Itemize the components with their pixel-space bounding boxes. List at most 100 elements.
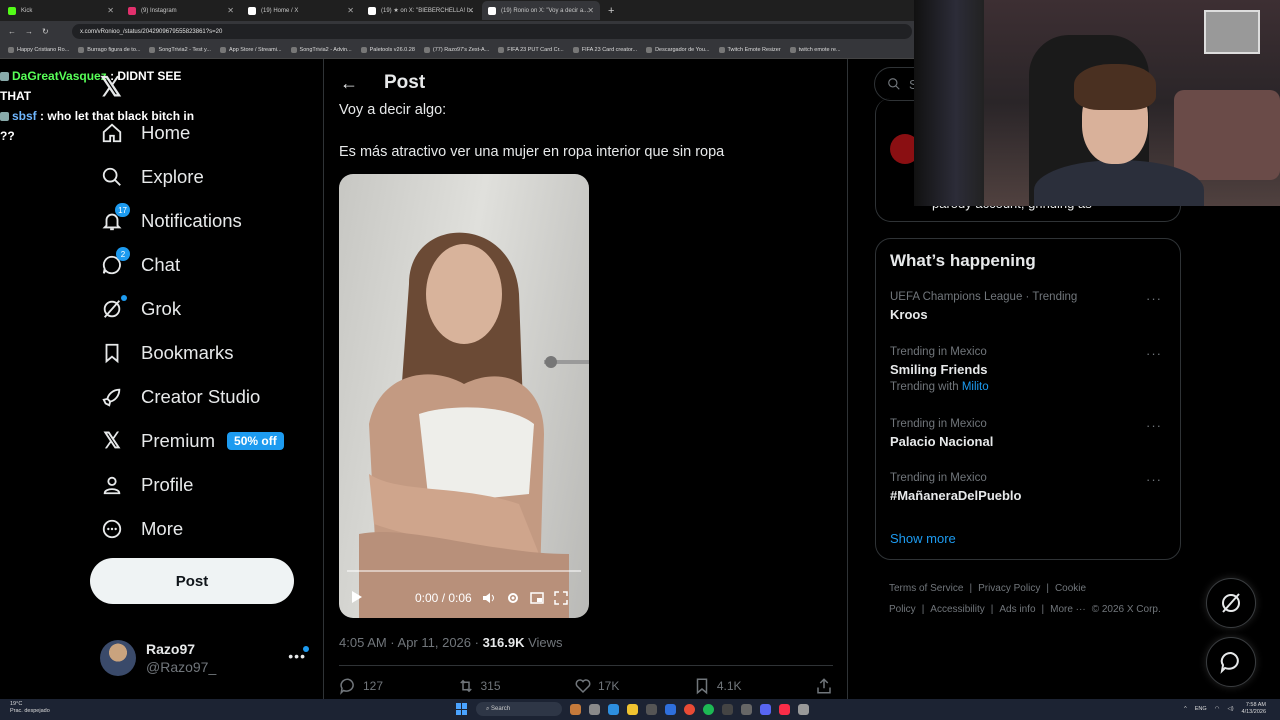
bookmark-item[interactable]: Happy Cristiano Ro... — [8, 47, 69, 53]
tab-close-icon[interactable]: ✕ — [347, 6, 354, 15]
sidebar-item-chat[interactable]: 2 Chat — [100, 247, 180, 282]
footer-link[interactable]: More ··· — [1050, 604, 1086, 615]
more-dots-icon[interactable]: ··· — [1146, 346, 1162, 361]
instagram-favicon-icon — [128, 6, 136, 15]
tab-close-icon[interactable]: ✕ — [107, 6, 114, 15]
video-player[interactable]: 0:00 / 0:06 — [339, 174, 589, 618]
footer-link[interactable]: Accessibility — [930, 604, 984, 615]
bookmark-item[interactable]: (77) Razo97's Zest-A... — [423, 47, 489, 53]
bookmark-item[interactable]: twitch emote re... — [789, 47, 841, 53]
tweet-text-line: Es más atractivo ver una mujer en ropa i… — [339, 144, 725, 160]
sidebar-item-explore[interactable]: Explore — [100, 160, 204, 194]
settings-gear-icon[interactable] — [506, 591, 520, 605]
account-handle: @Razo97_ — [146, 659, 217, 675]
bookmark-item[interactable]: FIFA 23 Card creator... — [572, 47, 637, 53]
sidebar-item-profile[interactable]: Profile — [100, 468, 193, 502]
back-arrow-icon[interactable]: ← — [8, 27, 16, 36]
sidebar-item-bookmarks[interactable]: Bookmarks — [100, 336, 234, 370]
share-button[interactable] — [815, 677, 833, 695]
steam-icon[interactable] — [722, 703, 733, 715]
new-tab-icon[interactable]: + — [608, 5, 614, 17]
sidebar-item-home[interactable]: Home — [100, 116, 190, 150]
volume-icon[interactable] — [482, 591, 496, 605]
forward-arrow-icon[interactable]: → — [25, 27, 33, 36]
app-icon[interactable] — [570, 703, 581, 715]
tab-close-icon[interactable]: ✕ — [467, 6, 474, 15]
trend-item[interactable]: Trending in Mexico Palacio Nacional ··· — [890, 418, 1170, 449]
account-switcher[interactable]: Razo97 @Razo97_ ••• — [100, 638, 310, 678]
bookmark-item[interactable]: Paletools v26.0.28 — [360, 47, 415, 53]
spotify-icon[interactable] — [703, 703, 714, 715]
app-icon[interactable] — [665, 703, 676, 715]
store-icon[interactable] — [646, 703, 657, 715]
sidebar-item-notifications[interactable]: 17 Notifications — [100, 203, 242, 238]
bookmark-item[interactable]: SongTrivia2 - Advin... — [290, 47, 352, 53]
play-icon[interactable] — [351, 590, 363, 607]
app-icon[interactable] — [741, 703, 752, 715]
sidebar-item-more[interactable]: More — [100, 512, 183, 546]
tab-close-icon[interactable]: ✕ — [227, 6, 234, 15]
task-view-icon[interactable] — [589, 703, 600, 715]
trend-item[interactable]: Trending in Mexico Smiling Friends Trend… — [890, 346, 1170, 393]
bookmark-item[interactable]: Burrago figura de to... — [78, 47, 140, 53]
trends-title: What’s happening — [890, 251, 1036, 270]
footer-link[interactable]: © 2026 X Corp. — [1092, 604, 1161, 615]
url-field[interactable]: x.com/vRonioo_/status/204290967955582386… — [72, 24, 912, 39]
footer-links: Terms of Service | Privacy Policy | Cookie P… — [889, 578, 1179, 620]
premium-discount-badge: 50% off — [227, 432, 284, 450]
more-dots-icon[interactable]: ··· — [1146, 418, 1162, 433]
bookmark-item[interactable]: Twitch Emote Resizer — [718, 47, 781, 53]
grok-fab-button[interactable] — [1206, 578, 1256, 628]
taskbar-search[interactable]: ⌕ Search — [476, 702, 562, 716]
file-explorer-icon[interactable] — [627, 703, 638, 715]
trend-item[interactable]: Trending in Mexico #MañaneraDelPueblo ··… — [890, 472, 1170, 503]
trend-item[interactable]: UEFA Champions League · Trending Kroos ·… — [890, 291, 1170, 322]
reply-button[interactable]: 127 — [339, 677, 383, 695]
show-more-link[interactable]: Show more — [890, 531, 956, 546]
footer-link[interactable]: Ads info — [999, 604, 1035, 615]
like-button[interactable]: 17K — [574, 677, 619, 695]
sidebar-item-premium[interactable]: 𝕏 Premium 50% off — [100, 424, 284, 458]
chrome-icon[interactable] — [684, 703, 695, 715]
more-dots-icon[interactable]: ··· — [1146, 472, 1162, 487]
sidebar-item-creator-studio[interactable]: Creator Studio — [100, 380, 260, 414]
tab-close-icon[interactable]: ✕ — [587, 6, 594, 15]
trend-with-link[interactable]: Milito — [962, 381, 989, 393]
edge-icon[interactable] — [608, 703, 619, 715]
volume-icon[interactable]: ◁) — [1227, 706, 1233, 712]
footer-link[interactable]: Terms of Service — [889, 583, 963, 594]
messages-fab-button[interactable] — [1206, 637, 1256, 687]
x-logo-icon[interactable]: 𝕏 — [100, 72, 122, 103]
browser-tab[interactable]: (19) Home / X ✕ — [242, 1, 360, 20]
bookmark-item[interactable]: SongTrivia2 - Test y... — [149, 47, 211, 53]
language-indicator[interactable]: ENG — [1195, 706, 1207, 712]
repost-button[interactable]: 315 — [457, 677, 501, 695]
discord-icon[interactable] — [760, 703, 771, 715]
bookmark-item[interactable]: Descargador de You... — [646, 47, 710, 53]
browser-tab[interactable]: Kick ✕ — [2, 1, 120, 20]
wifi-icon[interactable]: ◠ — [1215, 706, 1220, 712]
browser-tab[interactable]: (9) Instagram ✕ — [122, 1, 240, 20]
browser-tab-active[interactable]: (19) Ronio on X: "Voy a decir a... ✕ — [482, 1, 600, 20]
picture-in-picture-icon[interactable] — [529, 591, 544, 605]
bookmark-item[interactable]: App Store / Streami... — [219, 47, 282, 53]
taskbar-clock[interactable]: 7:58 AM 4/13/2026 — [1242, 702, 1266, 716]
app-icon[interactable] — [798, 703, 809, 715]
bookmark-button[interactable]: 4.1K — [693, 677, 742, 695]
bookmark-item[interactable]: FIFA 23 PUT Card Cr... — [498, 47, 564, 53]
sidebar-item-grok[interactable]: Grok — [100, 292, 181, 326]
more-dots-icon[interactable]: ··· — [1146, 291, 1162, 306]
windows-start-icon[interactable] — [456, 703, 468, 715]
music-icon[interactable] — [779, 703, 790, 715]
footer-link[interactable]: Privacy Policy — [978, 583, 1040, 594]
video-progress-bar[interactable] — [347, 570, 581, 572]
tweet-timestamp[interactable]: 4:05 AM · Apr 11, 2026 · — [339, 635, 483, 650]
browser-tab[interactable]: (19) ★ on X: "BIEBERCHELLA! I... ✕ — [362, 1, 480, 20]
reload-icon[interactable]: ↻ — [42, 27, 49, 36]
tray-chevron-icon[interactable]: ^ — [1184, 706, 1187, 712]
post-button[interactable]: Post — [90, 558, 294, 604]
back-arrow-icon[interactable]: ← — [340, 73, 358, 94]
page-title: Post — [384, 72, 426, 93]
weather-widget[interactable]: 19°C Prac. despejado — [10, 701, 50, 715]
fullscreen-icon[interactable] — [553, 591, 568, 605]
